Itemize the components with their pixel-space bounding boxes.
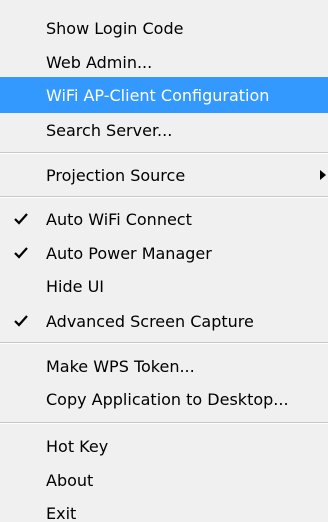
menu-item-web-admin[interactable]: Web Admin...: [0, 44, 328, 80]
menu-item-label: Projection Source: [46, 165, 186, 185]
menu-item-copy-application-to-desktop[interactable]: Copy Application to Desktop...: [0, 381, 328, 417]
menu-separator: [0, 152, 328, 154]
menu-item-label: Web Admin...: [46, 52, 153, 72]
menu-item-auto-power-manager[interactable]: Auto Power Manager: [0, 235, 328, 271]
menu-item-label: About: [46, 470, 94, 490]
menu-item-label: Make WPS Token...: [46, 356, 195, 376]
menu-item-auto-wifi-connect[interactable]: Auto WiFi Connect: [0, 201, 328, 237]
menu-item-label: Hot Key: [46, 436, 109, 456]
menu-item-label: Advanced Screen Capture: [46, 311, 254, 331]
menu-item-label: Hide UI: [46, 276, 104, 296]
context-menu: Show Login Code Web Admin... WiFi AP-Cli…: [0, 0, 328, 522]
menu-item-label: WiFi AP-Client Configuration: [46, 85, 270, 105]
menu-item-projection-source[interactable]: Projection Source: [0, 157, 328, 193]
submenu-arrow-icon: [320, 170, 326, 180]
menu-item-label: Show Login Code: [46, 18, 184, 38]
menu-item-label: Auto Power Manager: [46, 243, 212, 263]
checkmark-icon: [14, 213, 28, 225]
checkmark-icon: [14, 247, 28, 259]
menu-item-search-server[interactable]: Search Server...: [0, 112, 328, 148]
menu-separator: [0, 422, 328, 424]
menu-item-hide-ui[interactable]: Hide UI: [0, 268, 328, 304]
menu-item-make-wps-token[interactable]: Make WPS Token...: [0, 348, 328, 384]
menu-item-wifi-ap-client-configuration[interactable]: WiFi AP-Client Configuration: [0, 77, 328, 113]
menu-item-show-login-code[interactable]: Show Login Code: [0, 10, 328, 46]
menu-item-label: Exit: [46, 503, 77, 522]
menu-item-label: Copy Application to Desktop...: [46, 389, 289, 409]
menu-item-exit[interactable]: Exit: [0, 495, 328, 522]
checkmark-icon: [14, 315, 28, 327]
menu-item-about[interactable]: About: [0, 462, 328, 498]
menu-item-hot-key[interactable]: Hot Key: [0, 428, 328, 464]
menu-separator: [0, 196, 328, 198]
menu-item-label: Search Server...: [46, 120, 173, 140]
menu-item-advanced-screen-capture[interactable]: Advanced Screen Capture: [0, 303, 328, 339]
menu-item-label: Auto WiFi Connect: [46, 209, 192, 229]
menu-separator: [0, 342, 328, 344]
